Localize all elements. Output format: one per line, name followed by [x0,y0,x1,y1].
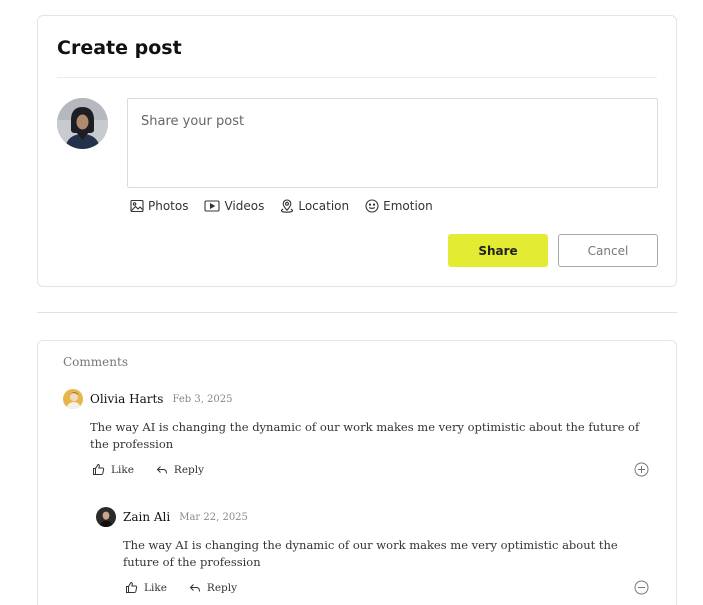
comments-title: Comments [63,355,128,369]
attachment-bar: Photos Videos Location Emotion [130,199,433,213]
like-label: Like [144,581,167,594]
like-label: Like [111,463,134,476]
comment-text: The way AI is changing the dynamic of ou… [90,420,640,451]
emotion-label: Emotion [383,199,433,213]
comment-header: Olivia Harts Feb 3, 2025 [63,389,233,409]
create-post-divider [57,77,657,78]
location-pin-icon [281,199,294,213]
create-post-card: Create post Photos Videos [37,15,677,287]
videos-label: Videos [224,199,265,213]
comments-card: Comments Olivia Harts Feb 3, 2025 The wa… [37,340,677,605]
image-icon [130,199,144,213]
avatar [96,507,116,527]
comment-date: Feb 3, 2025 [172,393,233,405]
like-button[interactable]: Like [92,463,134,476]
location-label: Location [298,199,350,213]
videos-button[interactable]: Videos [204,199,264,213]
avatar [63,389,83,409]
cancel-button[interactable]: Cancel [558,234,658,267]
comment-author[interactable]: Zain Ali [123,510,170,524]
section-divider [37,312,677,313]
emotion-button[interactable]: Emotion [365,199,433,213]
post-input[interactable] [127,98,658,188]
plus-circle-icon[interactable] [634,462,649,477]
reply-arrow-icon [156,465,167,474]
photos-button[interactable]: Photos [130,199,188,213]
video-icon [204,200,221,212]
like-button[interactable]: Like [125,581,167,594]
comment-author[interactable]: Olivia Harts [90,392,163,406]
comment-item: Olivia Harts Feb 3, 2025 The way AI is c… [63,389,653,489]
share-button[interactable]: Share [448,234,548,267]
reply-label: Reply [206,581,238,594]
reply-button[interactable]: Reply [156,463,204,476]
reply-label: Reply [173,463,205,476]
comment-text: The way AI is changing the dynamic of ou… [123,538,618,569]
location-button[interactable]: Location [280,199,349,213]
create-post-title: Create post [57,37,182,59]
comment-actions: Like Reply [125,581,237,594]
comment-item-reply: Zain Ali Mar 22, 2025 The way AI is chan… [96,507,653,605]
comment-date: Mar 22, 2025 [179,511,248,523]
thumbs-up-icon [126,581,138,593]
reply-arrow-icon [189,583,200,592]
user-avatar [57,98,108,149]
photos-label: Photos [148,199,189,213]
thumbs-up-icon [93,463,105,475]
comment-actions: Like Reply [92,463,204,476]
comment-header: Zain Ali Mar 22, 2025 [96,507,248,527]
minus-circle-icon[interactable] [634,580,649,595]
smiley-icon [365,199,379,213]
reply-button[interactable]: Reply [189,581,237,594]
